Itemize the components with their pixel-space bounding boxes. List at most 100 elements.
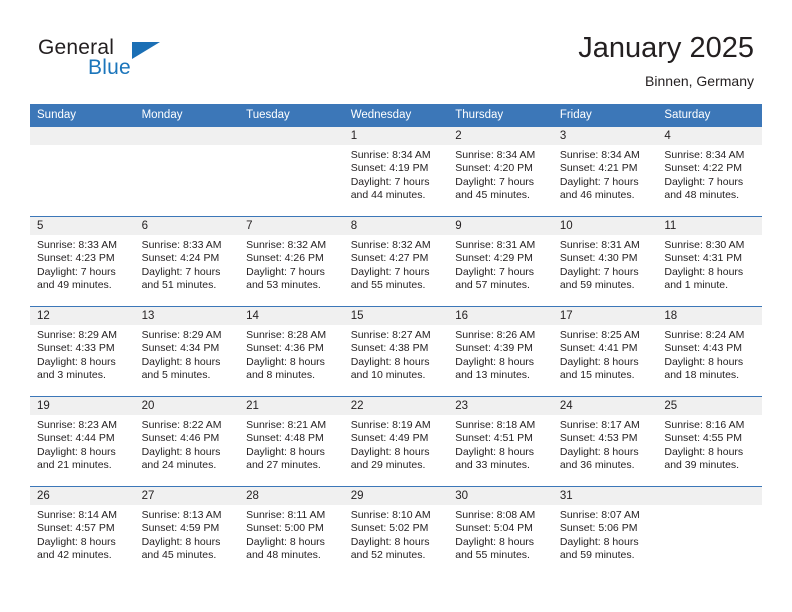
sunrise-text: Sunrise: 8:08 AM (455, 509, 536, 521)
day-cell[interactable]: 6 Sunrise: 8:33 AM Sunset: 4:24 PM Dayli… (134, 216, 240, 307)
brand-name-blue: Blue (88, 56, 131, 79)
day-cell[interactable]: 7 Sunrise: 8:32 AM Sunset: 4:26 PM Dayli… (239, 216, 344, 307)
sunrise-text: Sunrise: 8:26 AM (455, 329, 536, 341)
daylight-text-line1: Daylight: 7 hours (455, 265, 535, 278)
day-cell[interactable]: 28 Sunrise: 8:11 AM Sunset: 5:00 PM Dayl… (239, 486, 344, 576)
sunrise-text: Sunrise: 8:19 AM (350, 419, 431, 431)
day-cell[interactable]: 12 Sunrise: 8:29 AM Sunset: 4:33 PM Dayl… (30, 306, 135, 397)
day-cell[interactable]: 2 Sunrise: 8:34 AM Sunset: 4:20 PM Dayli… (448, 127, 553, 217)
day-details: Sunrise: 8:18 AM Sunset: 4:51 PM Dayligh… (448, 415, 553, 473)
day-details: Sunrise: 8:34 AM Sunset: 4:22 PM Dayligh… (657, 145, 762, 203)
sunset-text: Sunset: 4:34 PM (141, 342, 220, 355)
sunset-text: Sunset: 5:04 PM (455, 522, 533, 535)
day-number: 11 (657, 217, 762, 235)
daylight-text-line1: Daylight: 8 hours (246, 355, 325, 368)
sunset-text: Sunset: 4:36 PM (246, 342, 324, 355)
day-cell[interactable]: 5 Sunrise: 8:33 AM Sunset: 4:23 PM Dayli… (30, 216, 135, 307)
daylight-text-line2: and 52 minutes. (350, 549, 426, 562)
day-cell[interactable]: 19 Sunrise: 8:23 AM Sunset: 4:44 PM Dayl… (30, 396, 135, 487)
daylight-text-line1: Daylight: 8 hours (141, 445, 221, 458)
day-cell[interactable]: 1 Sunrise: 8:34 AM Sunset: 4:19 PM Dayli… (343, 127, 449, 217)
day-details: Sunrise: 8:32 AM Sunset: 4:26 PM Dayligh… (239, 235, 344, 293)
day-number: 22 (343, 397, 449, 415)
day-cell[interactable]: 31 Sunrise: 8:07 AM Sunset: 5:06 PM Dayl… (552, 486, 658, 576)
daylight-text-line1: Daylight: 8 hours (37, 535, 116, 548)
day-cell[interactable]: 22 Sunrise: 8:19 AM Sunset: 4:49 PM Dayl… (343, 396, 449, 487)
day-cell[interactable]: 21 Sunrise: 8:21 AM Sunset: 4:48 PM Dayl… (239, 396, 344, 487)
daylight-text-line2: and 13 minutes. (455, 369, 530, 382)
day-cell[interactable]: 9 Sunrise: 8:31 AM Sunset: 4:29 PM Dayli… (448, 216, 553, 307)
sunrise-text: Sunrise: 8:22 AM (141, 419, 222, 431)
day-number: 6 (134, 217, 240, 235)
daylight-text-line1: Daylight: 8 hours (350, 535, 430, 548)
daylight-text-line1: Daylight: 7 hours (350, 175, 430, 188)
day-cell[interactable]: 30 Sunrise: 8:08 AM Sunset: 5:04 PM Dayl… (448, 486, 553, 576)
day-cell[interactable]: 17 Sunrise: 8:25 AM Sunset: 4:41 PM Dayl… (552, 306, 658, 397)
day-cell[interactable]: 29 Sunrise: 8:10 AM Sunset: 5:02 PM Dayl… (343, 486, 449, 576)
day-cell[interactable]: 11 Sunrise: 8:30 AM Sunset: 4:31 PM Dayl… (657, 216, 762, 307)
daylight-text-line2: and 1 minute. (664, 279, 729, 292)
day-details: Sunrise: 8:34 AM Sunset: 4:19 PM Dayligh… (344, 145, 449, 203)
brand-logo: General Blue (38, 36, 238, 86)
day-details: Sunrise: 8:29 AM Sunset: 4:33 PM Dayligh… (30, 325, 135, 383)
daylight-text-line1: Daylight: 8 hours (37, 445, 116, 458)
day-cell[interactable]: 4 Sunrise: 8:34 AM Sunset: 4:22 PM Dayli… (657, 127, 762, 217)
day-cell[interactable]: 24 Sunrise: 8:17 AM Sunset: 4:53 PM Dayl… (552, 396, 658, 487)
day-number: 13 (134, 307, 240, 325)
daylight-text-line2: and 59 minutes. (559, 549, 635, 562)
sunrise-text: Sunrise: 8:11 AM (246, 509, 326, 521)
day-details: Sunrise: 8:24 AM Sunset: 4:43 PM Dayligh… (657, 325, 762, 383)
day-cell[interactable]: 18 Sunrise: 8:24 AM Sunset: 4:43 PM Dayl… (657, 306, 762, 397)
sunrise-text: Sunrise: 8:34 AM (455, 149, 536, 161)
sunset-text: Sunset: 5:02 PM (350, 522, 429, 535)
day-details: Sunrise: 8:11 AM Sunset: 5:00 PM Dayligh… (239, 505, 344, 563)
sunrise-text: Sunrise: 8:31 AM (559, 239, 640, 251)
day-number: 12 (30, 307, 135, 325)
daylight-text-line2: and 46 minutes. (559, 189, 635, 202)
day-cell[interactable]: 13 Sunrise: 8:29 AM Sunset: 4:34 PM Dayl… (134, 306, 240, 397)
day-cell[interactable]: 27 Sunrise: 8:13 AM Sunset: 4:59 PM Dayl… (134, 486, 240, 576)
day-cell[interactable]: 23 Sunrise: 8:18 AM Sunset: 4:51 PM Dayl… (448, 396, 553, 487)
day-cell[interactable]: 25 Sunrise: 8:16 AM Sunset: 4:55 PM Dayl… (657, 396, 762, 487)
sunrise-text: Sunrise: 8:33 AM (37, 239, 117, 251)
day-cell-empty (239, 127, 344, 217)
day-cell[interactable]: 14 Sunrise: 8:28 AM Sunset: 4:36 PM Dayl… (239, 306, 344, 397)
day-cell[interactable]: 26 Sunrise: 8:14 AM Sunset: 4:57 PM Dayl… (30, 486, 135, 576)
daylight-text-line2: and 18 minutes. (664, 369, 740, 382)
daylight-text-line2: and 27 minutes. (246, 459, 321, 472)
sunrise-text: Sunrise: 8:13 AM (141, 509, 222, 521)
day-number: 19 (30, 397, 135, 415)
sunset-text: Sunset: 4:23 PM (37, 252, 115, 265)
day-details: Sunrise: 8:32 AM Sunset: 4:27 PM Dayligh… (344, 235, 449, 293)
sunrise-text: Sunrise: 8:07 AM (559, 509, 640, 521)
day-cell[interactable]: 20 Sunrise: 8:22 AM Sunset: 4:46 PM Dayl… (134, 396, 240, 487)
day-cell[interactable]: 3 Sunrise: 8:34 AM Sunset: 4:21 PM Dayli… (552, 127, 658, 217)
sunrise-text: Sunrise: 8:25 AM (559, 329, 640, 341)
sunset-text: Sunset: 4:29 PM (455, 252, 533, 265)
day-number: 1 (343, 127, 449, 145)
day-number: 4 (657, 127, 762, 145)
calendar-week-row: 1 Sunrise: 8:34 AM Sunset: 4:19 PM Dayli… (30, 127, 762, 217)
day-number: 14 (239, 307, 344, 325)
day-number: 27 (134, 487, 240, 505)
sunrise-text: Sunrise: 8:27 AM (350, 329, 431, 341)
daylight-text-line1: Daylight: 8 hours (455, 535, 535, 548)
daylight-text-line2: and 57 minutes. (455, 279, 530, 292)
sunset-text: Sunset: 4:21 PM (559, 162, 638, 175)
weekday-header-sunday: Sunday (30, 104, 135, 127)
daylight-text-line2: and 48 minutes. (246, 549, 321, 562)
sunrise-text: Sunrise: 8:34 AM (350, 149, 431, 161)
daylight-text-line2: and 10 minutes. (350, 369, 426, 382)
day-cell[interactable]: 10 Sunrise: 8:31 AM Sunset: 4:30 PM Dayl… (552, 216, 658, 307)
day-cell[interactable]: 15 Sunrise: 8:27 AM Sunset: 4:38 PM Dayl… (343, 306, 449, 397)
day-cell[interactable]: 16 Sunrise: 8:26 AM Sunset: 4:39 PM Dayl… (448, 306, 553, 397)
weekday-header-friday: Friday (552, 104, 658, 127)
day-number (134, 127, 240, 145)
day-number: 3 (552, 127, 658, 145)
sunset-text: Sunset: 4:57 PM (37, 522, 115, 535)
sunset-text: Sunset: 5:06 PM (559, 522, 638, 535)
day-cell[interactable]: 8 Sunrise: 8:32 AM Sunset: 4:27 PM Dayli… (343, 216, 449, 307)
sunset-text: Sunset: 4:24 PM (141, 252, 220, 265)
sunset-text: Sunset: 4:27 PM (350, 252, 429, 265)
daylight-text-line2: and 24 minutes. (141, 459, 217, 472)
